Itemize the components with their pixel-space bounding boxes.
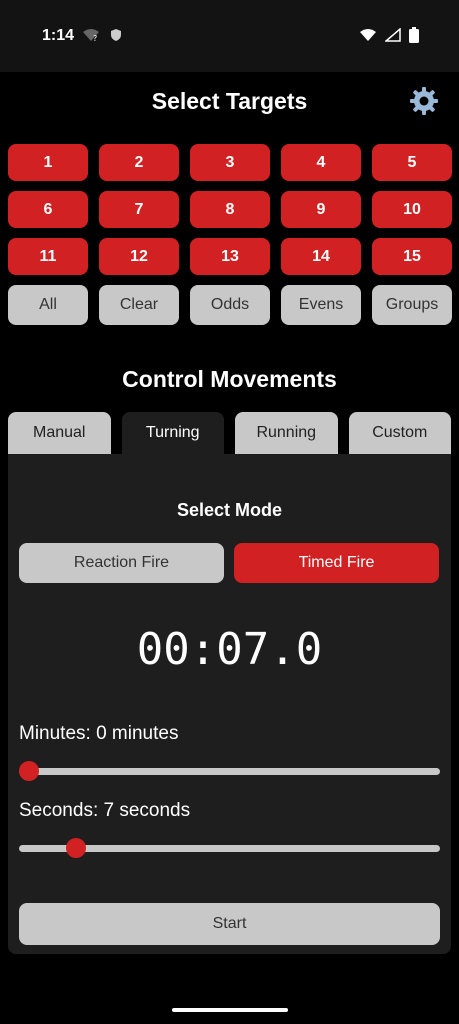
seconds-slider-thumb[interactable] xyxy=(65,838,86,858)
seconds-slider[interactable] xyxy=(19,838,440,858)
minutes-slider-thumb[interactable] xyxy=(19,761,39,781)
target-button-12[interactable]: 12 xyxy=(99,238,179,275)
status-icons-right xyxy=(359,27,419,43)
target-button-2[interactable]: 2 xyxy=(99,144,179,181)
clear-button[interactable]: Clear xyxy=(99,285,179,325)
target-button-6[interactable]: 6 xyxy=(8,191,88,228)
mode-label: Select Mode xyxy=(176,500,283,520)
target-button-4[interactable]: 4 xyxy=(281,144,361,181)
reaction-fire-button[interactable]: Reaction Fire xyxy=(19,543,224,583)
gear-icon[interactable] xyxy=(409,86,439,116)
page-title: Select Targets xyxy=(151,88,308,114)
target-button-10[interactable]: 10 xyxy=(372,191,452,228)
wifi-question-icon: ? xyxy=(83,29,99,42)
target-button-8[interactable]: 8 xyxy=(190,191,270,228)
target-button-14[interactable]: 14 xyxy=(281,238,361,275)
target-button-13[interactable]: 13 xyxy=(190,238,270,275)
tab-custom[interactable]: Custom xyxy=(348,412,451,454)
status-time: 1:14 xyxy=(42,27,75,44)
timer-display: 00:07.0 xyxy=(136,624,323,675)
section-title: Control Movements xyxy=(122,366,337,392)
svg-text:?: ? xyxy=(93,34,97,42)
start-button[interactable]: Start xyxy=(19,903,440,945)
shield-icon xyxy=(111,29,121,41)
cell-signal-icon xyxy=(385,28,401,42)
select-all-button[interactable]: All xyxy=(8,285,88,325)
status-icons-left: ? xyxy=(82,28,122,42)
gesture-nav-handle[interactable] xyxy=(172,1008,288,1012)
tab-turning[interactable]: Turning xyxy=(121,412,224,454)
target-grid: 1 2 3 4 5 6 7 8 9 10 11 12 13 14 15 All … xyxy=(8,144,452,325)
minutes-label: Minutes: 0 minutes xyxy=(19,723,179,744)
odds-button[interactable]: Odds xyxy=(190,285,270,325)
movement-tabs: Manual Turning Running Custom xyxy=(8,412,451,454)
seconds-label: Seconds: 7 seconds xyxy=(19,800,191,821)
battery-icon xyxy=(409,27,419,43)
timed-fire-button[interactable]: Timed Fire xyxy=(234,543,439,583)
minutes-slider[interactable] xyxy=(19,761,440,781)
header: Select Targets xyxy=(0,84,459,120)
status-bar: 1:14 ? xyxy=(0,0,459,72)
turning-panel: Select Mode Reaction Fire Timed Fire 00:… xyxy=(8,454,451,954)
tab-running[interactable]: Running xyxy=(235,412,338,454)
evens-button[interactable]: Evens xyxy=(281,285,361,325)
target-button-11[interactable]: 11 xyxy=(8,238,88,275)
wifi-icon xyxy=(360,29,376,41)
target-button-7[interactable]: 7 xyxy=(99,191,179,228)
target-button-3[interactable]: 3 xyxy=(190,144,270,181)
tab-manual[interactable]: Manual xyxy=(8,412,111,454)
target-button-1[interactable]: 1 xyxy=(8,144,88,181)
target-button-9[interactable]: 9 xyxy=(281,191,361,228)
groups-button[interactable]: Groups xyxy=(372,285,452,325)
target-button-5[interactable]: 5 xyxy=(372,144,452,181)
target-button-15[interactable]: 15 xyxy=(372,238,452,275)
